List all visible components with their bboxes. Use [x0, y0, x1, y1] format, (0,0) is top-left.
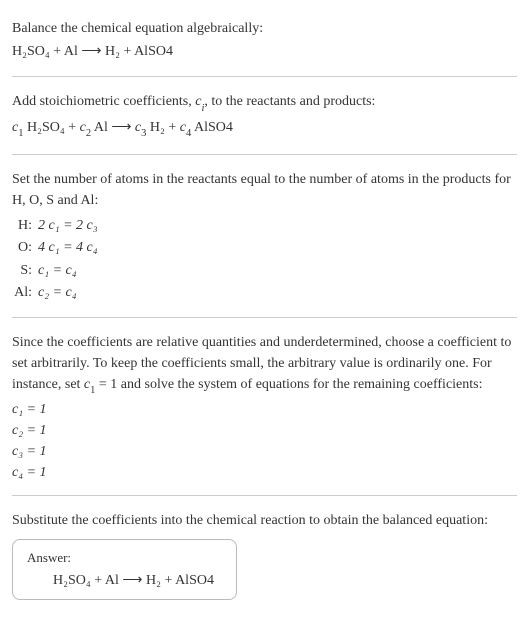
divider [12, 154, 517, 155]
atom-label: H: [14, 215, 38, 237]
divider [12, 317, 517, 318]
atom-balance-intro: Set the number of atoms in the reactants… [12, 169, 517, 211]
atom-label: Al: [14, 282, 38, 304]
atom-row-h: H: 2 c₁ = 2 c₃ [14, 215, 517, 237]
r3: H₂ + [146, 120, 179, 135]
section-solve: Since the coefficients are relative quan… [12, 322, 517, 492]
c2s: 2 [86, 128, 91, 139]
c4s: 4 [186, 128, 191, 139]
coeff-c1: c₁ = 1 [12, 399, 517, 420]
section-stoichiometric: Add stoichiometric coefficients, c i, to … [12, 81, 517, 150]
c1s: 1 [18, 128, 23, 139]
coeff-c4: c₄ = 1 [12, 462, 517, 483]
stoich-intro-a: Add stoichiometric coefficients, [12, 94, 195, 109]
stoich-equation: c1 H₂SO₄ + c2 Al ⟶ c3 H₂ + c4 AlSO4 [12, 117, 517, 141]
atom-label: O: [14, 237, 38, 259]
answer-box: Answer: H₂SO₄ + Al ⟶ H₂ + AlSO4 [12, 539, 237, 600]
atom-eq: c₁ = c₄ [38, 260, 517, 282]
solve-intro: Since the coefficients are relative quan… [12, 332, 517, 398]
substitute-intro: Substitute the coefficients into the che… [12, 510, 517, 531]
r1: H₂SO₄ + [23, 120, 79, 135]
section-substitute: Substitute the coefficients into the che… [12, 500, 517, 608]
section-balance-intro: Balance the chemical equation algebraica… [12, 8, 517, 72]
atom-eq: c₂ = c₄ [38, 282, 517, 304]
atom-label: S: [14, 260, 38, 282]
c2: c [80, 120, 86, 135]
original-equation: H₂SO₄ + Al ⟶ H₂ + AlSO4 [12, 41, 517, 62]
balance-title: Balance the chemical equation algebraica… [12, 18, 517, 39]
atom-eq: 4 c₁ = 4 c₄ [38, 237, 517, 259]
stoich-intro-b: , to the reactants and products: [204, 94, 375, 109]
solve-intro-b: = 1 and solve the system of equations fo… [95, 377, 482, 392]
coeff-c2: c₂ = 1 [12, 420, 517, 441]
divider [12, 76, 517, 77]
answer-equation: H₂SO₄ + Al ⟶ H₂ + AlSO4 [27, 572, 222, 589]
ci-sub: i [201, 103, 204, 114]
coeff-c3: c₃ = 1 [12, 441, 517, 462]
atom-row-s: S: c₁ = c₄ [14, 260, 517, 282]
c3s: 3 [141, 128, 146, 139]
atom-row-o: O: 4 c₁ = 4 c₄ [14, 237, 517, 259]
r4: AlSO4 [191, 120, 233, 135]
coeff-list: c₁ = 1 c₂ = 1 c₃ = 1 c₄ = 1 [12, 399, 517, 483]
divider [12, 495, 517, 496]
atom-eq: 2 c₁ = 2 c₃ [38, 215, 517, 237]
solve-c1s: 1 [90, 385, 95, 396]
section-atom-balance: Set the number of atoms in the reactants… [12, 159, 517, 313]
stoich-intro: Add stoichiometric coefficients, ci, to … [12, 91, 517, 115]
atom-table: H: 2 c₁ = 2 c₃ O: 4 c₁ = 4 c₄ S: c₁ = c₄… [14, 215, 517, 305]
answer-label: Answer: [27, 550, 222, 566]
atom-row-al: Al: c₂ = c₄ [14, 282, 517, 304]
r2: Al ⟶ [91, 120, 135, 135]
